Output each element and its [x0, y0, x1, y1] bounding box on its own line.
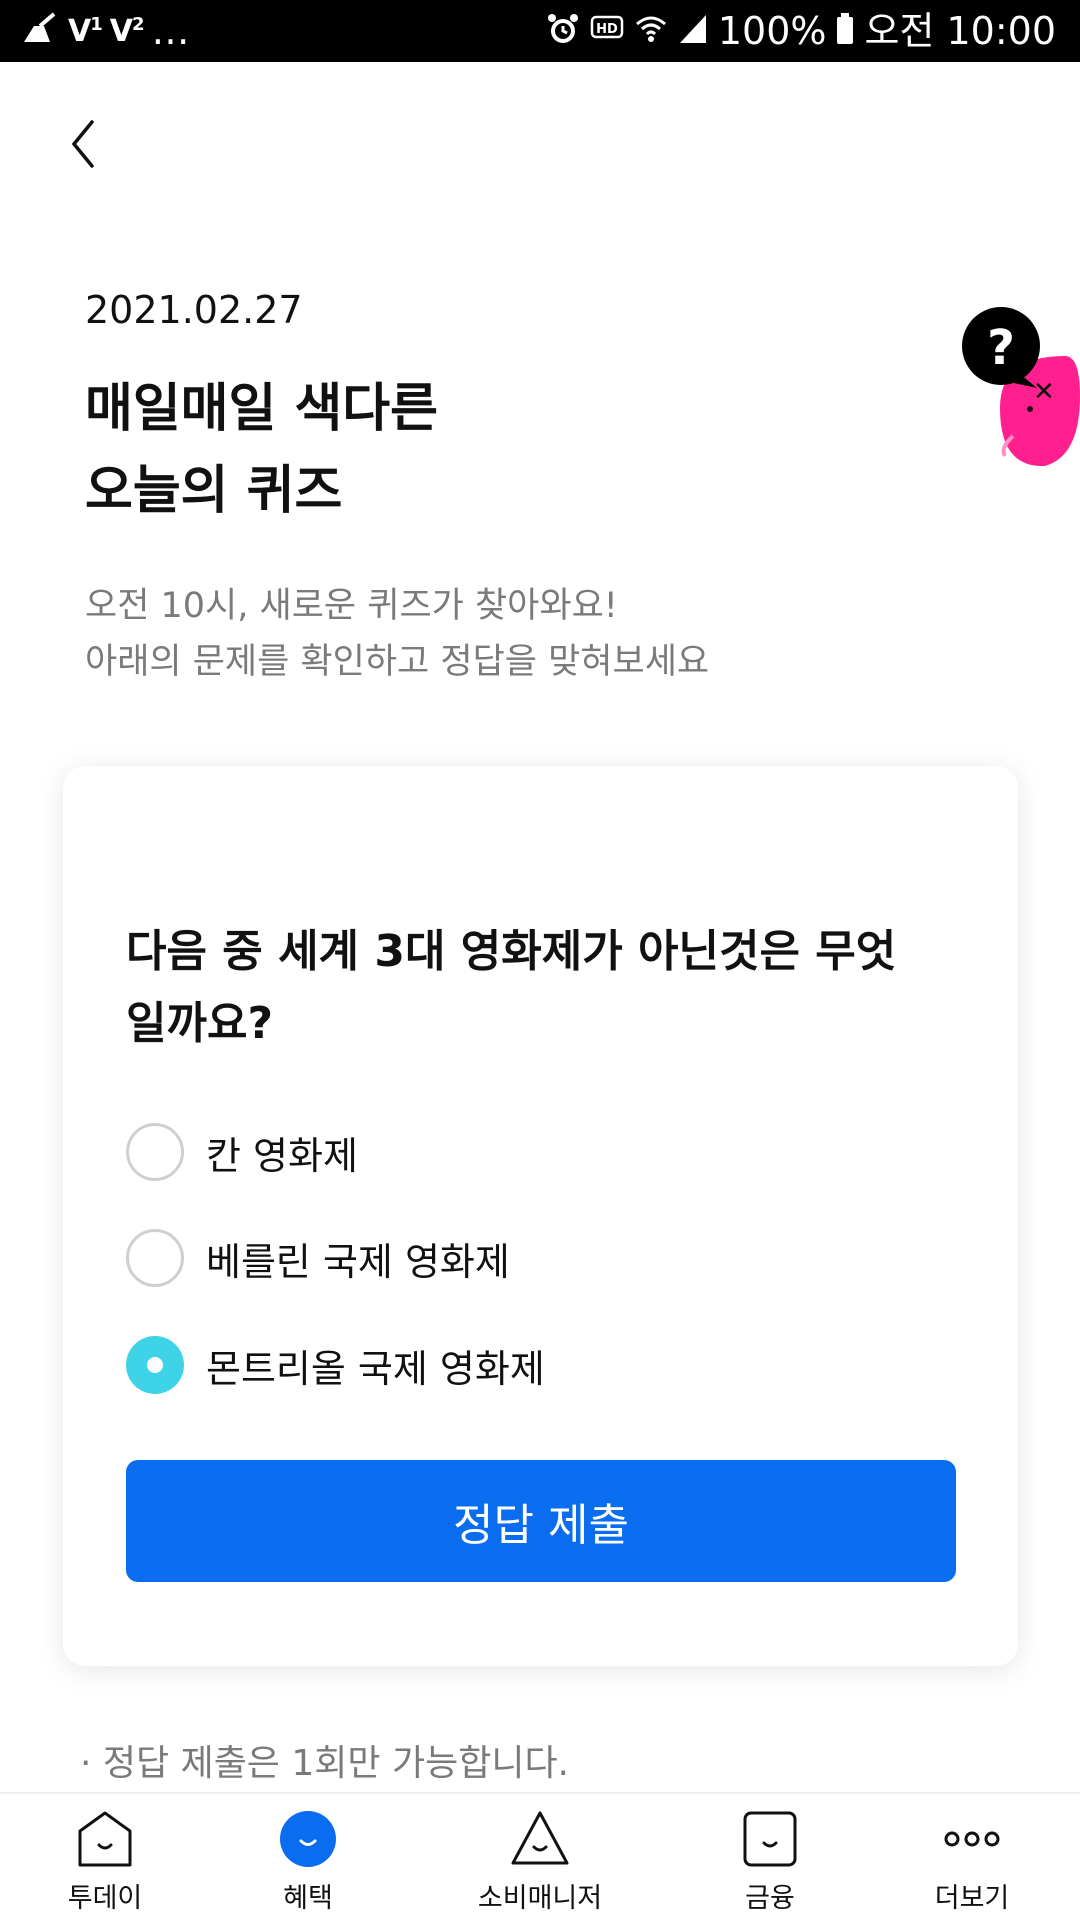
chevron-left-icon [71, 120, 94, 168]
quiz-date: 2021.02.27 [85, 288, 303, 332]
nav-label: 더보기 [934, 1883, 1010, 1914]
description-line-2: 아래의 문제를 확인하고 정답을 맞혀보세요 [85, 642, 710, 682]
hd-icon: HD [590, 14, 624, 48]
status-left: V1 V2 … [20, 8, 190, 54]
radio-unselected[interactable] [126, 1123, 184, 1181]
option-label: 몬트리올 국제 영화제 [206, 1346, 545, 1391]
benefit-icon [276, 1808, 340, 1870]
battery-icon [836, 13, 854, 49]
radio-unselected[interactable] [126, 1229, 184, 1287]
radio-selected[interactable] [126, 1336, 184, 1394]
title-line-2: 오늘의 퀴즈 [85, 461, 343, 521]
battery-percent: 100% [717, 9, 827, 53]
volte2-icon: V2 [109, 13, 145, 49]
nav-label: 투데이 [67, 1883, 143, 1914]
status-overflow: … [151, 9, 190, 53]
option-label: 베를린 국제 영화제 [206, 1239, 510, 1284]
status-right: HD 100% 오전 10:00 [546, 8, 1056, 54]
quiz-card: 다음 중 세계 3대 영화제가 아닌것은 무엇 일까요? 칸 영화제 베를린 국… [63, 766, 1018, 1666]
submission-notice: · 정답 제출은 1회만 가능합니다. [80, 1743, 570, 1784]
nav-item-spending-manager[interactable]: 소비매니저 [460, 1794, 620, 1922]
page-title: 매일매일 색다른 오늘의 퀴즈 [85, 368, 785, 532]
alarm-icon [546, 12, 580, 50]
nav-item-finance[interactable]: 금융 [720, 1794, 820, 1922]
spending-manager-icon [508, 1808, 572, 1870]
quiz-option-1[interactable]: 칸 영화제 [126, 1120, 358, 1184]
nav-label: 소비매니저 [477, 1883, 603, 1914]
quiz-option-3[interactable]: 몬트리올 국제 영화제 [126, 1333, 545, 1397]
question-line-1: 다음 중 세계 3대 영화제가 아닌것은 무엇 [126, 926, 897, 977]
question-line-2: 일까요? [126, 998, 273, 1049]
volte1-icon: V1 [68, 13, 103, 49]
signal-icon [678, 13, 708, 49]
quiz-question: 다음 중 세계 3대 영화제가 아닌것은 무엇 일까요? [126, 916, 946, 1060]
quiz-option-2[interactable]: 베를린 국제 영화제 [126, 1226, 510, 1290]
option-label: 칸 영화제 [206, 1133, 358, 1178]
finance-icon [738, 1808, 802, 1870]
nav-item-today[interactable]: 투데이 [55, 1794, 155, 1922]
quiz-mascot-icon: ✕ ? [905, 296, 1080, 471]
page-description: 오전 10시, 새로운 퀴즈가 찾아와요! 아래의 문제를 확인하고 정답을 맞… [85, 578, 709, 690]
description-line-1: 오전 10시, 새로운 퀴즈가 찾아와요! [85, 586, 618, 626]
today-icon [73, 1808, 137, 1870]
more-icon [940, 1808, 1004, 1870]
status-bar: V1 V2 … HD 100% 오전 10:00 [0, 0, 1080, 62]
svg-text:HD: HD [596, 22, 618, 37]
submit-answer-button[interactable]: 정답 제출 [126, 1460, 956, 1582]
clock: 오전 10:00 [864, 9, 1056, 53]
back-button[interactable] [62, 118, 110, 170]
mascot-bubble-text: ? [987, 320, 1015, 376]
broom-icon [20, 12, 60, 50]
nav-item-more[interactable]: 더보기 [922, 1794, 1022, 1922]
nav-label: 혜택 [283, 1883, 333, 1914]
svg-text:✕: ✕ [1033, 377, 1055, 407]
nav-label: 금융 [745, 1883, 795, 1914]
nav-item-benefit[interactable]: 혜택 [258, 1794, 358, 1922]
wifi-icon [634, 12, 668, 50]
radio-dot [147, 1357, 163, 1373]
bottom-nav: 투데이 혜택 소비매니저 금융 더보기 [0, 1792, 1080, 1922]
title-line-1: 매일매일 색다른 [85, 379, 438, 439]
